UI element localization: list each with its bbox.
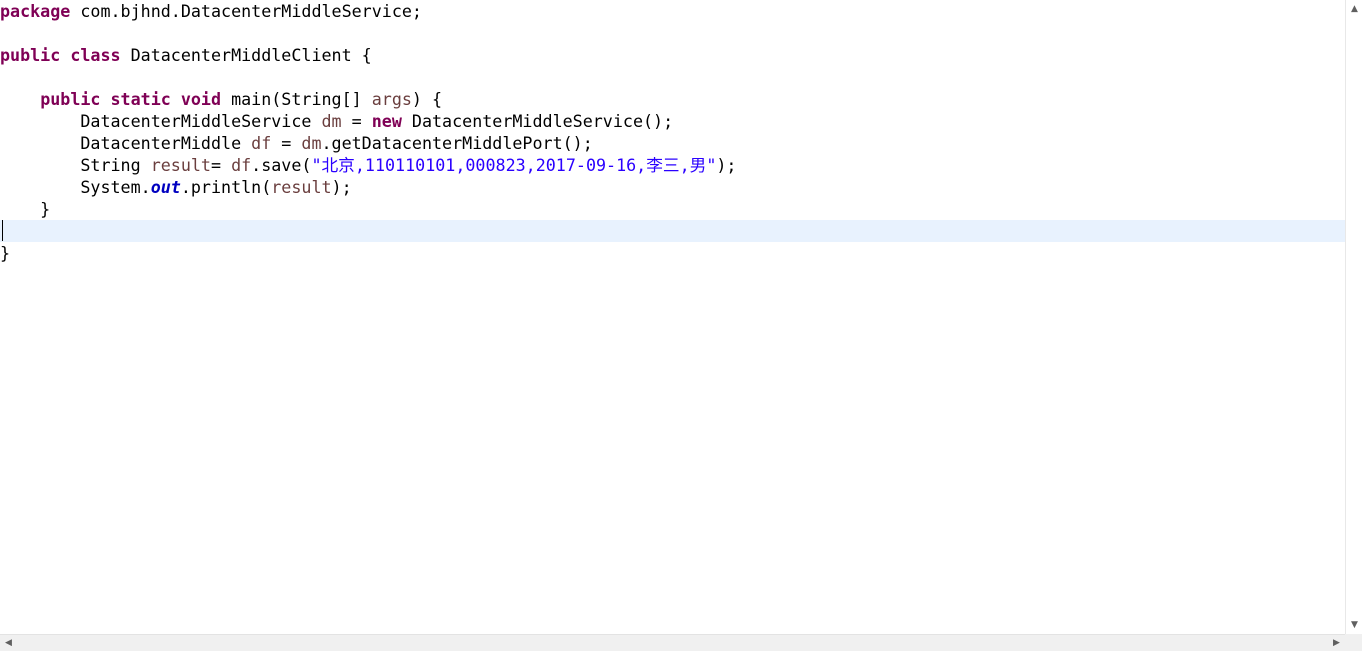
code-text: .getDatacenterMiddlePort(); — [321, 133, 593, 153]
scroll-down-arrow-icon[interactable]: ▼ — [1346, 617, 1362, 633]
vertical-scrollbar[interactable]: ▲ ▼ — [1345, 0, 1362, 634]
code-line-1[interactable]: package com.bjhnd.DatacenterMiddleServic… — [0, 0, 1345, 22]
scrollbar-corner — [1345, 634, 1362, 651]
keyword: package — [0, 1, 71, 21]
code-text: = — [210, 155, 232, 175]
keyword: public — [40, 89, 101, 109]
method-signature: main(String[] — [221, 89, 372, 109]
scroll-left-arrow-icon[interactable]: ◀ — [0, 635, 17, 651]
code-line-2[interactable] — [0, 22, 1345, 44]
code-text: = — [271, 133, 302, 153]
horizontal-scrollbar[interactable]: ◀ ▶ — [0, 634, 1345, 651]
code-line-8[interactable]: String result= df.save("北京,110110101,000… — [0, 154, 1345, 176]
code-text: = — [341, 111, 372, 131]
code-text: DatacenterMiddleService(); — [401, 111, 674, 131]
code-line-5[interactable]: public static void main(String[] args) { — [0, 88, 1345, 110]
keyword: void — [180, 89, 222, 109]
code-line-4[interactable] — [0, 66, 1345, 88]
code-line-12[interactable]: } — [0, 242, 1345, 264]
code-line-9[interactable]: System.out.println(result); — [0, 176, 1345, 198]
code-line-6[interactable]: DatacenterMiddleService dm = new Datacen… — [0, 110, 1345, 132]
code-line-3[interactable]: public class DatacenterMiddleClient { — [0, 44, 1345, 66]
static-field: out — [150, 177, 181, 197]
scroll-right-arrow-icon[interactable]: ▶ — [1328, 635, 1345, 651]
local-variable: result — [271, 177, 332, 197]
local-variable: df — [251, 133, 272, 153]
text-caret — [2, 220, 3, 241]
code-line-10[interactable]: } — [0, 198, 1345, 220]
code-line-11-current[interactable] — [0, 220, 1345, 242]
local-variable: df — [231, 155, 252, 175]
type-name: String — [80, 155, 151, 175]
code-editor[interactable]: package com.bjhnd.DatacenterMiddleServic… — [0, 0, 1345, 634]
keyword: class — [70, 45, 121, 65]
code-line-7[interactable]: DatacenterMiddle df = dm.getDatacenterMi… — [0, 132, 1345, 154]
local-variable: result — [150, 155, 211, 175]
local-variable: dm — [321, 111, 342, 131]
keyword: public — [0, 45, 61, 65]
parameter-name: args — [371, 89, 412, 109]
type-name: DatacenterMiddleService — [80, 111, 322, 131]
local-variable: dm — [301, 133, 322, 153]
string-literal: "北京,110110101,000823,2017-09-16,李三,男" — [311, 155, 717, 175]
code-text: .save( — [251, 155, 312, 175]
code-text: ) { — [411, 89, 443, 109]
code-text: ); — [716, 155, 737, 175]
class-reference: System. — [80, 177, 151, 197]
keyword: new — [371, 111, 402, 131]
code-text: .println( — [180, 177, 272, 197]
code-text: ); — [331, 177, 352, 197]
package-name: com.bjhnd.DatacenterMiddleService; — [70, 1, 422, 21]
type-name: DatacenterMiddle — [80, 133, 252, 153]
class-declaration: DatacenterMiddleClient { — [120, 45, 372, 65]
keyword: static — [110, 89, 171, 109]
scroll-up-arrow-icon[interactable]: ▲ — [1346, 1, 1362, 17]
